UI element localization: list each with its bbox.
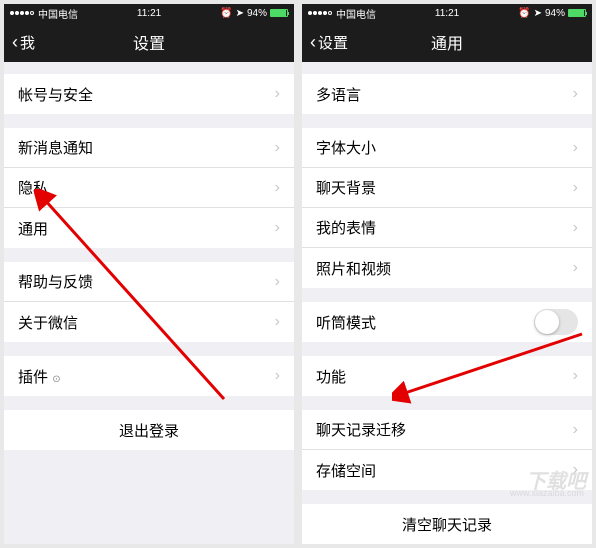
status-bar: 中国电信 11:21 ⏰ ➤ 94% bbox=[4, 4, 294, 22]
chevron-right-icon: › bbox=[573, 85, 578, 103]
nav-bar: ‹ 设置 通用 bbox=[302, 22, 592, 62]
cell-label: 照片和视频 bbox=[316, 258, 573, 279]
location-icon: ➤ bbox=[534, 8, 542, 19]
chevron-left-icon: ‹ bbox=[310, 32, 316, 53]
chevron-right-icon: › bbox=[275, 219, 280, 237]
cell-label: 新消息通知 bbox=[18, 137, 275, 158]
chevron-right-icon: › bbox=[275, 367, 280, 385]
cell-privacy[interactable]: 隐私 › bbox=[4, 168, 294, 208]
cell-my-stickers[interactable]: 我的表情 › bbox=[302, 208, 592, 248]
cell-font-size[interactable]: 字体大小 › bbox=[302, 128, 592, 168]
battery-icon bbox=[568, 9, 586, 17]
battery-percent: 94% bbox=[247, 8, 267, 19]
chevron-right-icon: › bbox=[573, 367, 578, 385]
cell-label: 隐私 bbox=[18, 177, 275, 198]
back-label: 我 bbox=[20, 32, 35, 53]
cell-language[interactable]: 多语言 › bbox=[302, 74, 592, 114]
chevron-right-icon: › bbox=[275, 85, 280, 103]
carrier-label: 中国电信 bbox=[38, 6, 78, 21]
battery-icon bbox=[270, 9, 288, 17]
cell-account-security[interactable]: 帐号与安全 › bbox=[4, 74, 294, 114]
compass-icon: ⊙ bbox=[52, 374, 60, 385]
nav-bar: ‹ 我 设置 bbox=[4, 22, 294, 62]
chevron-right-icon: › bbox=[573, 421, 578, 439]
time-label: 11:21 bbox=[137, 8, 161, 19]
cell-label: 帮助与反馈 bbox=[18, 271, 275, 292]
page-title: 通用 bbox=[431, 30, 463, 54]
cell-label: 功能 bbox=[316, 366, 573, 387]
cell-label: 我的表情 bbox=[316, 217, 573, 238]
cell-chat-migration[interactable]: 聊天记录迁移 › bbox=[302, 410, 592, 450]
cell-earpiece-mode[interactable]: 听筒模式 bbox=[302, 302, 592, 342]
cell-label: 帐号与安全 bbox=[18, 84, 275, 105]
cell-label: 插件 ⊙ bbox=[18, 366, 275, 387]
location-icon: ➤ bbox=[236, 8, 244, 19]
logout-button[interactable]: 退出登录 bbox=[4, 410, 294, 450]
chevron-right-icon: › bbox=[573, 219, 578, 237]
clear-chat-button[interactable]: 清空聊天记录 bbox=[302, 504, 592, 544]
status-bar: 中国电信 11:21 ⏰ ➤ 94% bbox=[302, 4, 592, 22]
cell-label: 听筒模式 bbox=[316, 312, 534, 333]
chevron-right-icon: › bbox=[573, 259, 578, 277]
back-label: 设置 bbox=[318, 32, 348, 53]
chevron-right-icon: › bbox=[275, 139, 280, 157]
cell-label: 字体大小 bbox=[316, 137, 573, 158]
cell-label: 聊天背景 bbox=[316, 177, 573, 198]
cell-label: 聊天记录迁移 bbox=[316, 419, 573, 440]
phone-left: 中国电信 11:21 ⏰ ➤ 94% ‹ 我 设置 帐号与安全 › bbox=[4, 4, 294, 544]
battery-percent: 94% bbox=[545, 8, 565, 19]
back-button[interactable]: ‹ 设置 bbox=[310, 32, 348, 53]
cell-general[interactable]: 通用 › bbox=[4, 208, 294, 248]
toggle-switch[interactable] bbox=[534, 309, 578, 335]
chevron-right-icon: › bbox=[573, 179, 578, 197]
chevron-left-icon: ‹ bbox=[12, 32, 18, 53]
chevron-right-icon: › bbox=[275, 273, 280, 291]
chevron-right-icon: › bbox=[573, 139, 578, 157]
alarm-icon: ⏰ bbox=[220, 8, 232, 19]
cell-label: 通用 bbox=[18, 218, 275, 239]
clear-label: 清空聊天记录 bbox=[402, 514, 492, 535]
alarm-icon: ⏰ bbox=[518, 8, 530, 19]
watermark-url: www.xiazaiba.com bbox=[510, 488, 584, 498]
chevron-right-icon: › bbox=[275, 313, 280, 331]
carrier-label: 中国电信 bbox=[336, 6, 376, 21]
cell-photos-videos[interactable]: 照片和视频 › bbox=[302, 248, 592, 288]
phone-right: 中国电信 11:21 ⏰ ➤ 94% ‹ 设置 通用 多语言 › bbox=[302, 4, 592, 544]
cell-label: 多语言 bbox=[316, 84, 573, 105]
cell-about-wechat[interactable]: 关于微信 › bbox=[4, 302, 294, 342]
page-title: 设置 bbox=[133, 30, 165, 54]
back-button[interactable]: ‹ 我 bbox=[12, 32, 35, 53]
cell-help-feedback[interactable]: 帮助与反馈 › bbox=[4, 262, 294, 302]
cell-plugins[interactable]: 插件 ⊙ › bbox=[4, 356, 294, 396]
time-label: 11:21 bbox=[435, 8, 459, 19]
cell-new-message-notify[interactable]: 新消息通知 › bbox=[4, 128, 294, 168]
chevron-right-icon: › bbox=[275, 179, 280, 197]
cell-chat-background[interactable]: 聊天背景 › bbox=[302, 168, 592, 208]
cell-label: 关于微信 bbox=[18, 312, 275, 333]
cell-features[interactable]: 功能 › bbox=[302, 356, 592, 396]
logout-label: 退出登录 bbox=[119, 420, 179, 441]
